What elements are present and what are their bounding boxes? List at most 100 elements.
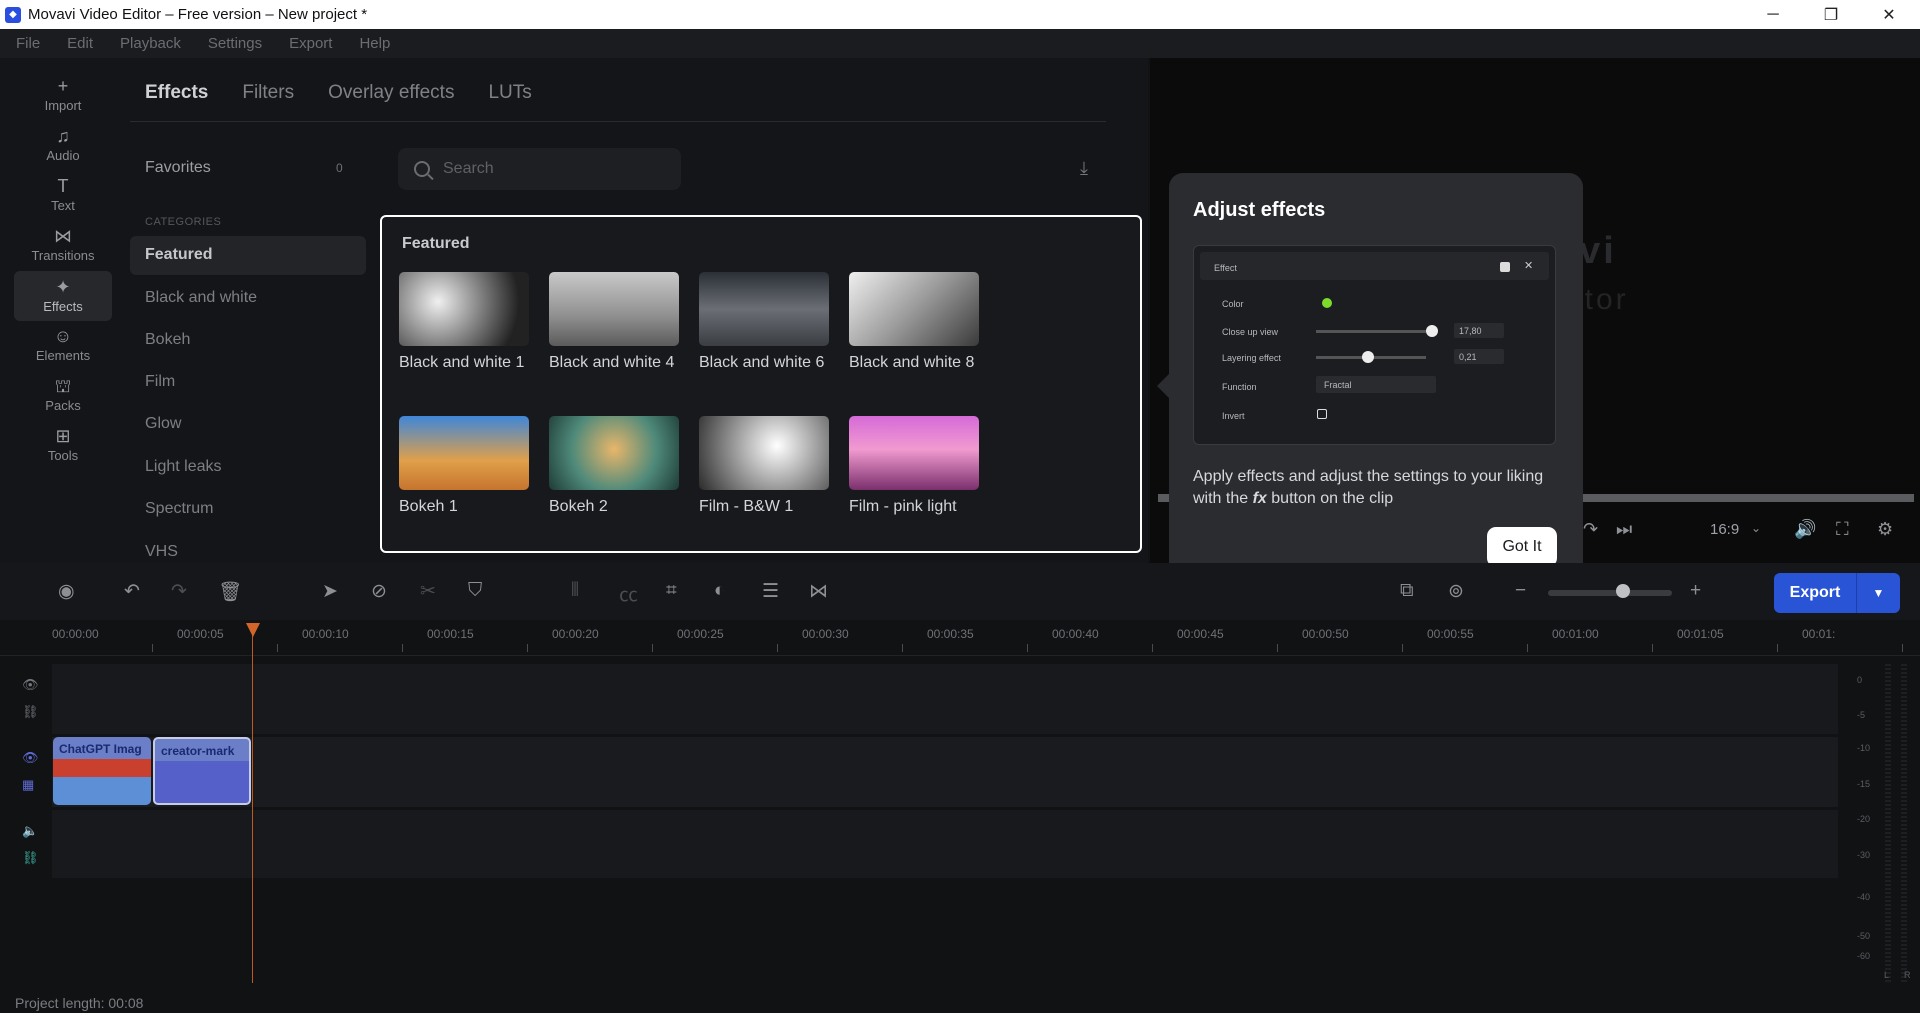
ruler-tick-label: 00:00:30: [802, 627, 849, 641]
unlink-icon[interactable]: ⛓: [22, 850, 39, 866]
effect-thumbnail[interactable]: [549, 416, 679, 490]
sidebar-item-effects[interactable]: ✦ Effects: [14, 271, 112, 321]
record-icon[interactable]: ◉: [58, 580, 75, 603]
aspect-ratio-select[interactable]: 16:9: [1710, 521, 1739, 538]
close-icon[interactable]: ✕: [1860, 0, 1918, 29]
volume-icon[interactable]: 🔈: [22, 823, 38, 839]
overlay-track[interactable]: [52, 664, 1838, 734]
popup-title: Adjust effects: [1193, 199, 1326, 221]
zoom-slider[interactable]: [1548, 590, 1672, 596]
sidebar-item-text[interactable]: T Text: [14, 170, 112, 220]
sidebar-item-import[interactable]: + Import: [14, 70, 112, 120]
effect-thumbnail[interactable]: [849, 272, 979, 346]
zoom-out-icon[interactable]: −: [1515, 580, 1526, 602]
sidebar-item-packs[interactable]: ⛫ Packs: [14, 370, 112, 420]
cut-icon[interactable]: ✂: [420, 580, 436, 603]
effect-thumbnail[interactable]: [849, 416, 979, 490]
category-featured[interactable]: Featured: [130, 236, 366, 275]
menu-settings[interactable]: Settings: [208, 35, 262, 52]
menu-export[interactable]: Export: [289, 35, 332, 52]
split-audio-icon[interactable]: ⧉: [1400, 580, 1414, 602]
popup-illustration: Effect ✕ Color Close up view 17,80 Layer…: [1193, 245, 1556, 445]
effect-thumbnail[interactable]: [399, 272, 529, 346]
got-it-button[interactable]: Got It: [1487, 527, 1557, 567]
color-adjust-icon[interactable]: ◐: [714, 580, 725, 602]
ruler-tick-mark: [1277, 644, 1278, 652]
sidebar-item-audio[interactable]: ♫ Audio: [14, 120, 112, 170]
menu-edit[interactable]: Edit: [67, 35, 93, 52]
select-cursor-icon[interactable]: ➤: [322, 580, 338, 603]
sidebar-item-elements[interactable]: ☺ Elements: [14, 320, 112, 370]
skip-end-icon[interactable]: ⏭: [1616, 519, 1632, 540]
favorites-item[interactable]: Favorites: [145, 159, 211, 177]
sliders-icon[interactable]: ☰: [762, 580, 779, 603]
playhead-line[interactable]: [252, 633, 253, 983]
effect-thumbnail[interactable]: [549, 272, 679, 346]
search-input[interactable]: Search: [443, 160, 494, 178]
undo-icon[interactable]: ↶: [124, 580, 140, 603]
zoom-in-icon[interactable]: +: [1690, 580, 1701, 602]
category-bokeh[interactable]: Bokeh: [145, 331, 190, 349]
export-button[interactable]: Export ▼: [1774, 573, 1900, 613]
zoom-slider-thumb[interactable]: [1616, 584, 1630, 598]
eye-icon[interactable]: 👁: [22, 750, 39, 766]
meter-scale-label: -20: [1857, 814, 1871, 824]
redo-icon[interactable]: ↷: [171, 580, 187, 603]
effect-thumbnail[interactable]: [699, 272, 829, 346]
illustration-slider-thumb: [1362, 351, 1374, 363]
timeline-clip[interactable]: creator-mark: [153, 737, 251, 805]
category-black-and-white[interactable]: Black and white: [145, 289, 257, 307]
meter-scale-label: -5: [1857, 710, 1866, 720]
marker-icon[interactable]: ⊚: [1448, 580, 1464, 603]
search-field[interactable]: Search: [398, 148, 681, 190]
category-vhs[interactable]: VHS: [145, 543, 178, 561]
audio-track[interactable]: [52, 810, 1838, 878]
effect-thumbnail[interactable]: [699, 416, 829, 490]
minimize-icon[interactable]: ─: [1744, 0, 1802, 29]
fullscreen-icon[interactable]: ⛶: [1836, 519, 1849, 540]
illustration-row-label: Close up view: [1222, 327, 1279, 337]
link-icon[interactable]: ⛓: [22, 704, 39, 720]
menu-file[interactable]: File: [16, 35, 40, 52]
restore-icon[interactable]: ❐: [1802, 0, 1860, 29]
shield-icon[interactable]: ⛉: [468, 580, 482, 602]
effect-label: Black and white 4: [549, 354, 675, 371]
chevron-down-icon[interactable]: ▼: [1857, 586, 1900, 600]
video-track[interactable]: [52, 737, 1838, 807]
audio-wave-icon[interactable]: ⫴: [571, 580, 579, 602]
timeline-clip[interactable]: ChatGPT Imag: [53, 737, 151, 805]
menu-help[interactable]: Help: [359, 35, 390, 52]
category-film[interactable]: Film: [145, 373, 175, 391]
sidebar-item-tools[interactable]: ⊞ Tools: [14, 420, 112, 470]
effect-label: Film - B&W 1: [699, 498, 794, 515]
menu-playback[interactable]: Playback: [120, 35, 181, 52]
sidebar-item-transitions[interactable]: ⋈ Transitions: [14, 220, 112, 270]
category-glow[interactable]: Glow: [145, 415, 181, 433]
tab-overlay-effects[interactable]: Overlay effects: [328, 82, 454, 104]
forward-icon[interactable]: ↷: [1583, 519, 1598, 540]
transition-icon[interactable]: ⋈: [809, 580, 828, 603]
meter-bar-right: [1901, 664, 1907, 982]
eye-icon[interactable]: 👁: [22, 677, 39, 693]
effect-thumbnail[interactable]: [399, 416, 529, 490]
ruler-tick-mark: [152, 644, 153, 652]
tab-filters[interactable]: Filters: [242, 82, 294, 104]
effect-label: Black and white 8: [849, 354, 975, 371]
crop-icon[interactable]: ⌗: [666, 580, 677, 602]
ruler-tick-label: 00:01:05: [1677, 627, 1724, 641]
playhead-marker[interactable]: [246, 623, 260, 637]
no-edit-icon[interactable]: ⊘: [371, 580, 387, 603]
chevron-down-icon[interactable]: ⌄: [1751, 521, 1761, 535]
download-icon[interactable]: ⤓: [1080, 158, 1088, 179]
video-icon[interactable]: ▦: [22, 777, 34, 793]
volume-icon[interactable]: 🔊: [1794, 519, 1816, 540]
tab-luts[interactable]: LUTs: [488, 82, 531, 104]
ruler-tick-mark: [1777, 644, 1778, 652]
meter-scale-label: 0: [1857, 675, 1863, 685]
tab-effects[interactable]: Effects: [145, 82, 208, 104]
category-light-leaks[interactable]: Light leaks: [145, 458, 222, 476]
trash-icon[interactable]: 🗑: [218, 580, 242, 604]
gear-icon[interactable]: ⚙: [1877, 519, 1893, 540]
captions-icon[interactable]: ㏄: [619, 580, 638, 607]
category-spectrum[interactable]: Spectrum: [145, 500, 213, 518]
